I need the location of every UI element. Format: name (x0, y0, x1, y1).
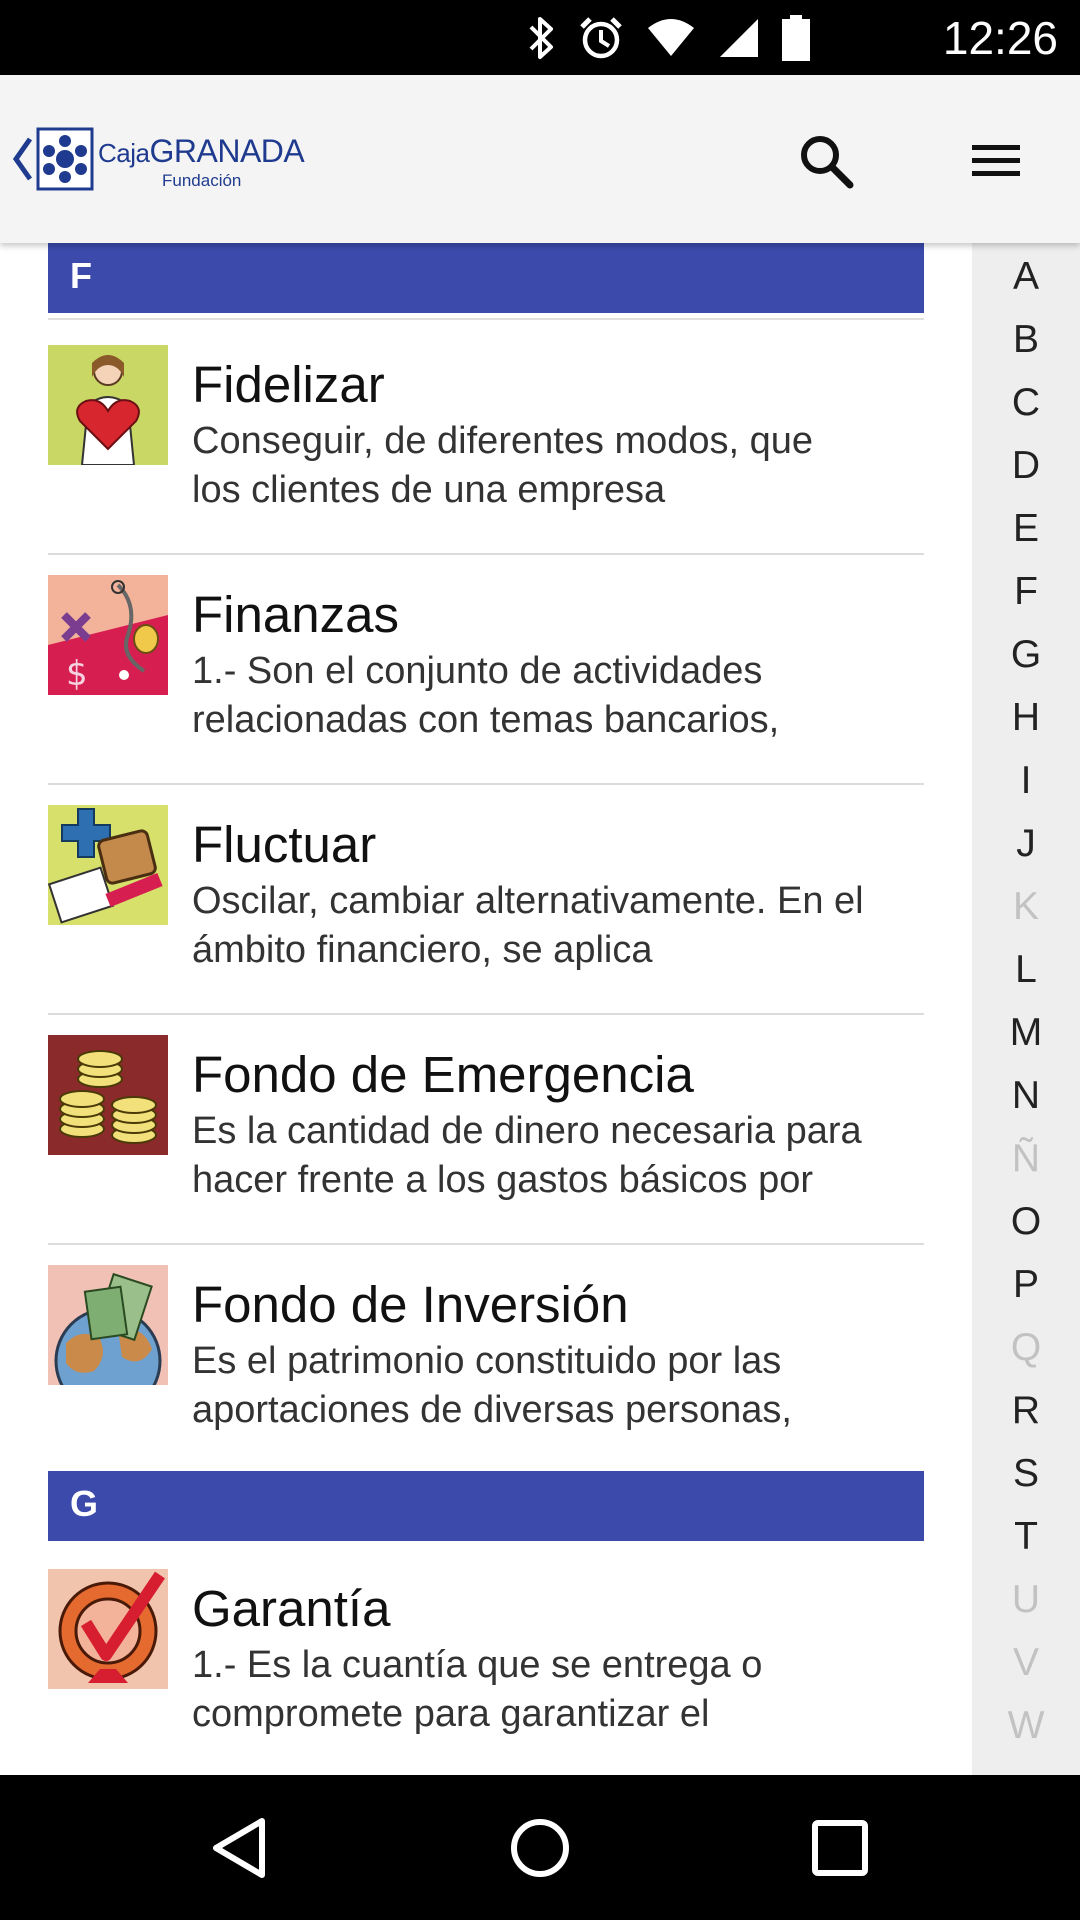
item-description-line2: ámbito financiero, se aplica (192, 929, 653, 971)
status-icons (526, 12, 810, 64)
alphabet-letter-r[interactable]: R (972, 1389, 1080, 1433)
list-item[interactable]: $ Finanzas 1.- Son el conjunto de activi… (48, 555, 924, 785)
svg-text:$: $ (66, 654, 88, 694)
alphabet-letter-c[interactable]: C (972, 381, 1080, 425)
section-letter: F (70, 255, 92, 296)
alphabet-letter-ñ: Ñ (1011, 1137, 1041, 1180)
item-description-line1: Conseguir, de diferentes modos, que (192, 420, 814, 462)
guarantee-seal-icon (48, 1569, 168, 1689)
system-nav-bar (0, 1775, 1080, 1920)
item-title: Fidelizar (192, 356, 385, 413)
item-description-line2: aportaciones de diversas personas, (192, 1389, 792, 1431)
heart-person-icon (48, 345, 168, 465)
item-description-line2: hacer frente a los gastos básicos por (192, 1159, 814, 1201)
item-title: Fluctuar (192, 816, 377, 873)
item-title: Garantía (192, 1580, 391, 1637)
coin-stacks-icon (48, 1035, 168, 1155)
alphabet-letter-d[interactable]: D (972, 444, 1080, 488)
item-description: Es el patrimonio constituido por las apo… (192, 1337, 924, 1435)
alphabet-letter-w: W (1007, 1704, 1045, 1747)
status-time: 12:26 (942, 12, 1058, 64)
section-header-g: G (48, 1471, 924, 1541)
item-description-line1: Es la cantidad de dinero necesaria para (192, 1110, 862, 1152)
item-description: 1.- Son el conjunto de actividades relac… (192, 647, 924, 745)
item-description-line1: Oscilar, cambiar alternativamente. En el (192, 880, 864, 922)
alphabet-letter-j[interactable]: J (972, 822, 1080, 866)
alphabet-letter-a[interactable]: A (972, 255, 1080, 299)
item-description-line1: 1.- Es la cuantía que se entrega o (192, 1644, 763, 1686)
alphabet-letter-o[interactable]: O (972, 1200, 1080, 1244)
alphabet-letter-p[interactable]: P (972, 1263, 1080, 1307)
alphabet-letter-e[interactable]: E (972, 507, 1080, 551)
app-bar: CajaGRANADA Fundación (0, 75, 1080, 243)
alphabet-letter-i[interactable]: I (972, 759, 1080, 803)
item-title: Fondo de Inversión (192, 1276, 629, 1333)
item-description: Conseguir, de diferentes modos, que los … (192, 417, 924, 515)
alphabet-letter-h[interactable]: H (972, 696, 1080, 740)
item-description-line1: Es el patrimonio constituido por las (192, 1340, 782, 1382)
back-triangle-icon[interactable] (206, 1813, 276, 1883)
brand-mark-icon (36, 127, 94, 191)
home-circle-icon[interactable] (505, 1813, 575, 1883)
item-description-line2: compromete para garantizar el (192, 1693, 710, 1735)
alphabet-letter-f[interactable]: F (972, 570, 1080, 614)
logo-brand-text: CajaGRANADA (98, 133, 305, 169)
glossary-list[interactable]: F Fidelizar Conseguir, de diferentes mod… (48, 243, 924, 1775)
status-bar: 12:26 (0, 0, 1080, 75)
alphabet-letter-s[interactable]: S (972, 1452, 1080, 1496)
alarm-icon (580, 17, 622, 59)
hamburger-menu-icon[interactable] (964, 133, 1026, 189)
alphabet-letter-b[interactable]: B (972, 318, 1080, 362)
item-title: Fondo de Emergencia (192, 1046, 694, 1103)
wifi-icon (648, 19, 694, 56)
item-description-line2: los clientes de una empresa (192, 469, 666, 511)
alphabet-letter-k: K (1012, 885, 1039, 928)
signal-icon (720, 19, 758, 57)
caja-granada-logo[interactable]: CajaGRANADA Fundación (12, 127, 312, 193)
chevron-left-icon[interactable] (12, 137, 34, 181)
divider (48, 318, 924, 320)
menu-button[interactable] (964, 133, 1026, 189)
section-letter: G (70, 1483, 99, 1524)
section-header-f: F (48, 243, 924, 313)
item-description: Oscilar, cambiar alternativamente. En el… (192, 877, 924, 975)
alphabet-letter-n[interactable]: N (972, 1074, 1080, 1118)
item-description: 1.- Es la cuantía que se entrega o compr… (192, 1641, 924, 1739)
globe-money-icon (48, 1265, 168, 1385)
list-item[interactable]: Fidelizar Conseguir, de diferentes modos… (48, 325, 924, 555)
fluctuation-icon (48, 805, 168, 925)
logo-subtitle: Fundación (162, 171, 242, 190)
search-button[interactable] (796, 131, 856, 191)
alphabet-letter-v: V (1012, 1641, 1039, 1684)
list-item[interactable]: Fondo de Inversión Es el patrimonio cons… (48, 1245, 924, 1475)
recents-square-icon[interactable] (805, 1813, 875, 1883)
list-item[interactable]: Fondo de Emergencia Es la cantidad de di… (48, 1015, 924, 1245)
alphabet-letter-g[interactable]: G (972, 633, 1080, 677)
item-description: Es la cantidad de dinero necesaria para … (192, 1107, 924, 1205)
alphabet-index[interactable]: ABCDEFGHIJKLMNÑOPQRSTUVW (972, 243, 1080, 1775)
list-item[interactable]: Fluctuar Oscilar, cambiar alternativamen… (48, 785, 924, 1015)
bluetooth-icon (529, 17, 553, 59)
list-item[interactable]: Garantía 1.- Es la cuantía que se entreg… (48, 1549, 924, 1775)
search-icon[interactable] (796, 131, 856, 191)
battery-icon (782, 15, 810, 61)
item-description-line2: relacionadas con temas bancarios, (192, 699, 780, 741)
alphabet-letter-q: Q (1010, 1326, 1042, 1369)
alphabet-letter-u: U (1011, 1578, 1041, 1621)
alphabet-letter-m[interactable]: M (972, 1011, 1080, 1055)
finance-symbols-icon: $ (48, 575, 168, 695)
item-title: Finanzas (192, 586, 399, 643)
alphabet-letter-t[interactable]: T (972, 1515, 1080, 1559)
alphabet-letter-l[interactable]: L (972, 948, 1080, 992)
item-description-line1: 1.- Son el conjunto de actividades (192, 650, 763, 692)
